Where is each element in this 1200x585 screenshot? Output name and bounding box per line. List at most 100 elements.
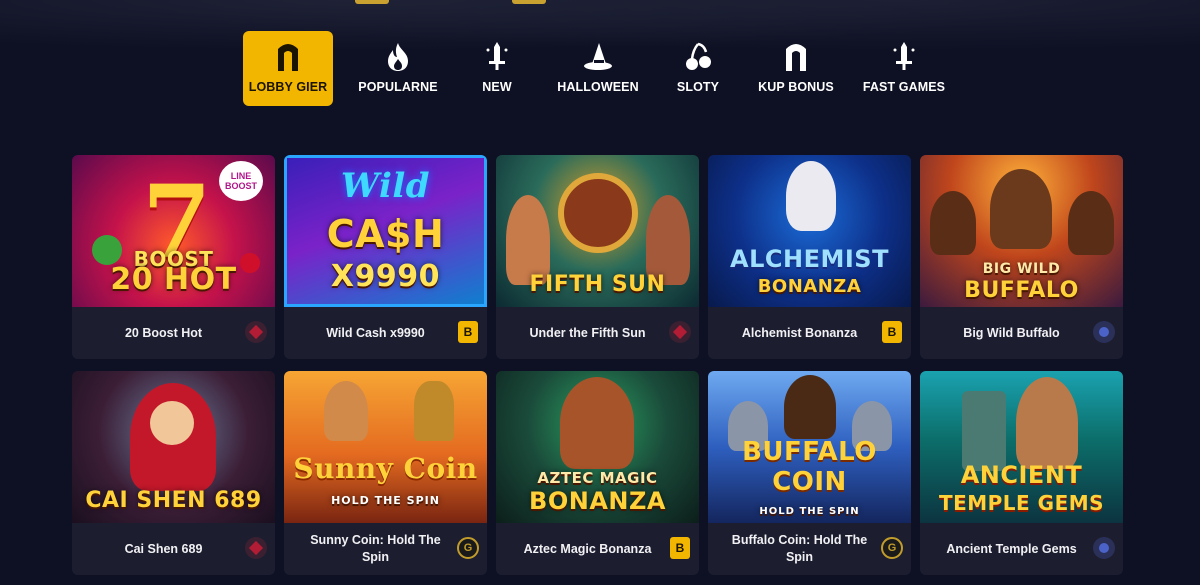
game-art-title: FIFTH SUN xyxy=(529,272,666,297)
provider-icon xyxy=(1093,321,1115,343)
game-card-sunny-coin-hold-the-spin[interactable]: Sunny Coin HOLD THE SPIN Sunny Coin: Hol… xyxy=(284,371,487,575)
game-name: Buffalo Coin: Hold The Spin xyxy=(731,533,868,564)
sun-wheel-icon xyxy=(558,173,638,253)
nav-item-popularne[interactable]: POPULARNE xyxy=(344,31,452,106)
flame-icon xyxy=(383,42,413,72)
nav-label: NEW xyxy=(482,80,512,94)
aztec-warrior-icon xyxy=(560,377,634,469)
sword-icon xyxy=(482,42,512,72)
game-card-cai-shen-689[interactable]: CAI SHEN 689 Cai Shen 689 xyxy=(72,371,275,575)
game-art-title: BUFFALO xyxy=(964,278,1079,303)
provider-icon: B xyxy=(670,537,690,559)
explorer-figure-icon xyxy=(1016,377,1078,469)
game-card-alchemist-bonanza[interactable]: ALCHEMIST BONANZA Alchemist Bonanza B xyxy=(708,155,911,359)
game-thumbnail[interactable]: BUFFALO COIN HOLD THE SPIN xyxy=(708,371,911,523)
game-art-subtitle: TEMPLE GEMS xyxy=(938,491,1105,515)
game-art-title: ALCHEMIST xyxy=(730,245,889,273)
nav-item-kup-bonus[interactable]: KUP BONUS xyxy=(742,31,850,106)
wizard-figure-icon xyxy=(786,161,836,231)
gold-accent xyxy=(355,0,389,4)
provider-icon xyxy=(245,537,267,559)
nav-label: SLOTY xyxy=(676,80,720,94)
game-thumbnail[interactable]: Wild CA$H X9990 xyxy=(284,155,487,307)
game-grid: 7 LINE BOOST BOOST 20 HOT 20 Boost Hot W… xyxy=(72,155,1123,575)
card-footer: Big Wild Buffalo xyxy=(920,307,1123,359)
game-thumbnail[interactable]: FIFTH SUN xyxy=(496,155,699,307)
provider-icon: B xyxy=(458,321,478,343)
buffalo-figure-icon xyxy=(1068,191,1114,255)
card-footer: Cai Shen 689 xyxy=(72,523,275,575)
game-thumbnail[interactable]: BIG WILD BUFFALO xyxy=(920,155,1123,307)
nav-label: HALLOWEEN xyxy=(557,80,639,94)
nav-item-new[interactable]: NEW xyxy=(452,31,542,106)
gold-accent xyxy=(512,0,546,4)
game-thumbnail[interactable]: Sunny Coin HOLD THE SPIN xyxy=(284,371,487,523)
provider-icon xyxy=(1093,537,1115,559)
queen-figure-icon xyxy=(324,381,368,441)
provider-icon: B xyxy=(882,321,902,343)
game-thumbnail[interactable]: ALCHEMIST BONANZA xyxy=(708,155,911,307)
game-art-top: AZTEC MAGIC xyxy=(537,469,658,487)
game-name: Aztec Magic Bonanza xyxy=(523,541,652,556)
game-art-title: BONANZA xyxy=(529,487,666,515)
game-thumbnail[interactable]: AZTEC MAGIC BONANZA xyxy=(496,371,699,523)
game-card-20-boost-hot[interactable]: 7 LINE BOOST BOOST 20 HOT 20 Boost Hot xyxy=(72,155,275,359)
game-art-subtitle: X9990 xyxy=(330,259,441,294)
nav-label: LOBBY GIER xyxy=(248,80,328,94)
line-boost-badge: LINE BOOST xyxy=(219,161,263,201)
game-art-title: CAI SHEN 689 xyxy=(85,488,262,513)
cherries-icon xyxy=(683,42,713,72)
game-card-big-wild-buffalo[interactable]: BIG WILD BUFFALO Big Wild Buffalo xyxy=(920,155,1123,359)
nav-label: KUP BONUS xyxy=(758,80,834,94)
buffalo-figure-icon xyxy=(784,375,836,439)
card-footer: Buffalo Coin: Hold The Spin G xyxy=(708,523,911,575)
game-art-subtitle: HOLD THE SPIN xyxy=(331,494,440,507)
game-name: Cai Shen 689 xyxy=(124,541,203,556)
card-footer: 20 Boost Hot xyxy=(72,307,275,359)
nav-label: POPULARNE xyxy=(358,80,438,94)
nav-item-halloween[interactable]: HALLOWEEN xyxy=(542,31,654,106)
card-footer: Wild Cash x9990 B xyxy=(284,307,487,359)
game-name: Under the Fifth Sun xyxy=(529,325,646,340)
game-art-top: BIG WILD xyxy=(982,261,1061,277)
arch-icon xyxy=(781,42,811,72)
card-footer: Aztec Magic Bonanza B xyxy=(496,523,699,575)
provider-icon xyxy=(245,321,267,343)
buffalo-figure-icon xyxy=(930,191,976,255)
game-thumbnail[interactable]: 7 LINE BOOST BOOST 20 HOT xyxy=(72,155,275,307)
nav-item-sloty[interactable]: SLOTY xyxy=(654,31,742,106)
game-name: 20 Boost Hot xyxy=(124,325,203,340)
buffalo-figure-icon xyxy=(990,169,1052,249)
game-card-buffalo-coin-hold-the-spin[interactable]: BUFFALO COIN HOLD THE SPIN Buffalo Coin:… xyxy=(708,371,911,575)
game-art-subtitle: BONANZA xyxy=(757,276,862,297)
nav-item-fast-games[interactable]: FAST GAMES xyxy=(850,31,958,106)
card-footer: Sunny Coin: Hold The Spin G xyxy=(284,523,487,575)
provider-icon: G xyxy=(881,537,903,559)
game-art-top: Wild xyxy=(340,166,431,206)
game-thumbnail[interactable]: CAI SHEN 689 xyxy=(72,371,275,523)
card-footer: Alchemist Bonanza B xyxy=(708,307,911,359)
game-thumbnail[interactable]: ANCIENT TEMPLE GEMS xyxy=(920,371,1123,523)
cat-statue-icon xyxy=(414,381,454,441)
game-art-title: CA$H xyxy=(326,212,445,256)
game-card-under-the-fifth-sun[interactable]: FIFTH SUN Under the Fifth Sun xyxy=(496,155,699,359)
face-icon xyxy=(150,401,194,445)
game-art-title: Sunny Coin xyxy=(293,452,478,485)
game-card-ancient-temple-gems[interactable]: ANCIENT TEMPLE GEMS Ancient Temple Gems xyxy=(920,371,1123,575)
game-card-wild-cash-x9990[interactable]: Wild CA$H X9990 Wild Cash x9990 B xyxy=(284,155,487,359)
arch-icon xyxy=(273,42,303,72)
game-art-title: 20 HOT xyxy=(110,262,237,297)
game-name: Big Wild Buffalo xyxy=(963,325,1060,340)
card-footer: Ancient Temple Gems xyxy=(920,523,1123,575)
provider-icon xyxy=(669,321,691,343)
game-art-subtitle: HOLD THE SPIN xyxy=(759,506,860,517)
witch-hat-icon xyxy=(583,42,613,72)
game-name: Wild Cash x9990 xyxy=(326,325,425,340)
sword-icon xyxy=(889,42,919,72)
game-card-aztec-magic-bonanza[interactable]: AZTEC MAGIC BONANZA Aztec Magic Bonanza … xyxy=(496,371,699,575)
game-art-title: ANCIENT xyxy=(960,461,1083,489)
nav-label: FAST GAMES xyxy=(862,80,946,94)
nav-item-lobby-gier[interactable]: LOBBY GIER xyxy=(243,31,333,106)
game-name: Sunny Coin: Hold The Spin xyxy=(310,533,441,564)
game-art-title: BUFFALO COIN xyxy=(742,437,877,497)
